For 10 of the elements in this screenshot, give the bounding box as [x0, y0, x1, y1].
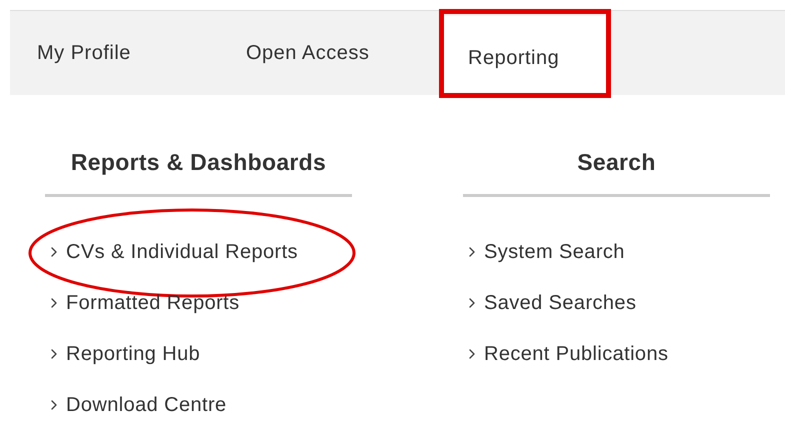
menu-link[interactable]: System Search: [484, 237, 625, 267]
column-heading: Search: [463, 145, 770, 196]
tab[interactable]: Open Access: [221, 11, 443, 95]
menu-link[interactable]: Reporting Hub: [66, 339, 200, 369]
column-heading: Reports & Dashboards: [45, 145, 352, 196]
menu-link[interactable]: Saved Searches: [484, 288, 636, 318]
menu-link[interactable]: Formatted Reports: [66, 288, 240, 318]
menu-link[interactable]: Recent Publications: [484, 339, 668, 369]
tab[interactable]: My Profile: [10, 11, 221, 95]
menu-link[interactable]: Download Centre: [66, 390, 227, 420]
